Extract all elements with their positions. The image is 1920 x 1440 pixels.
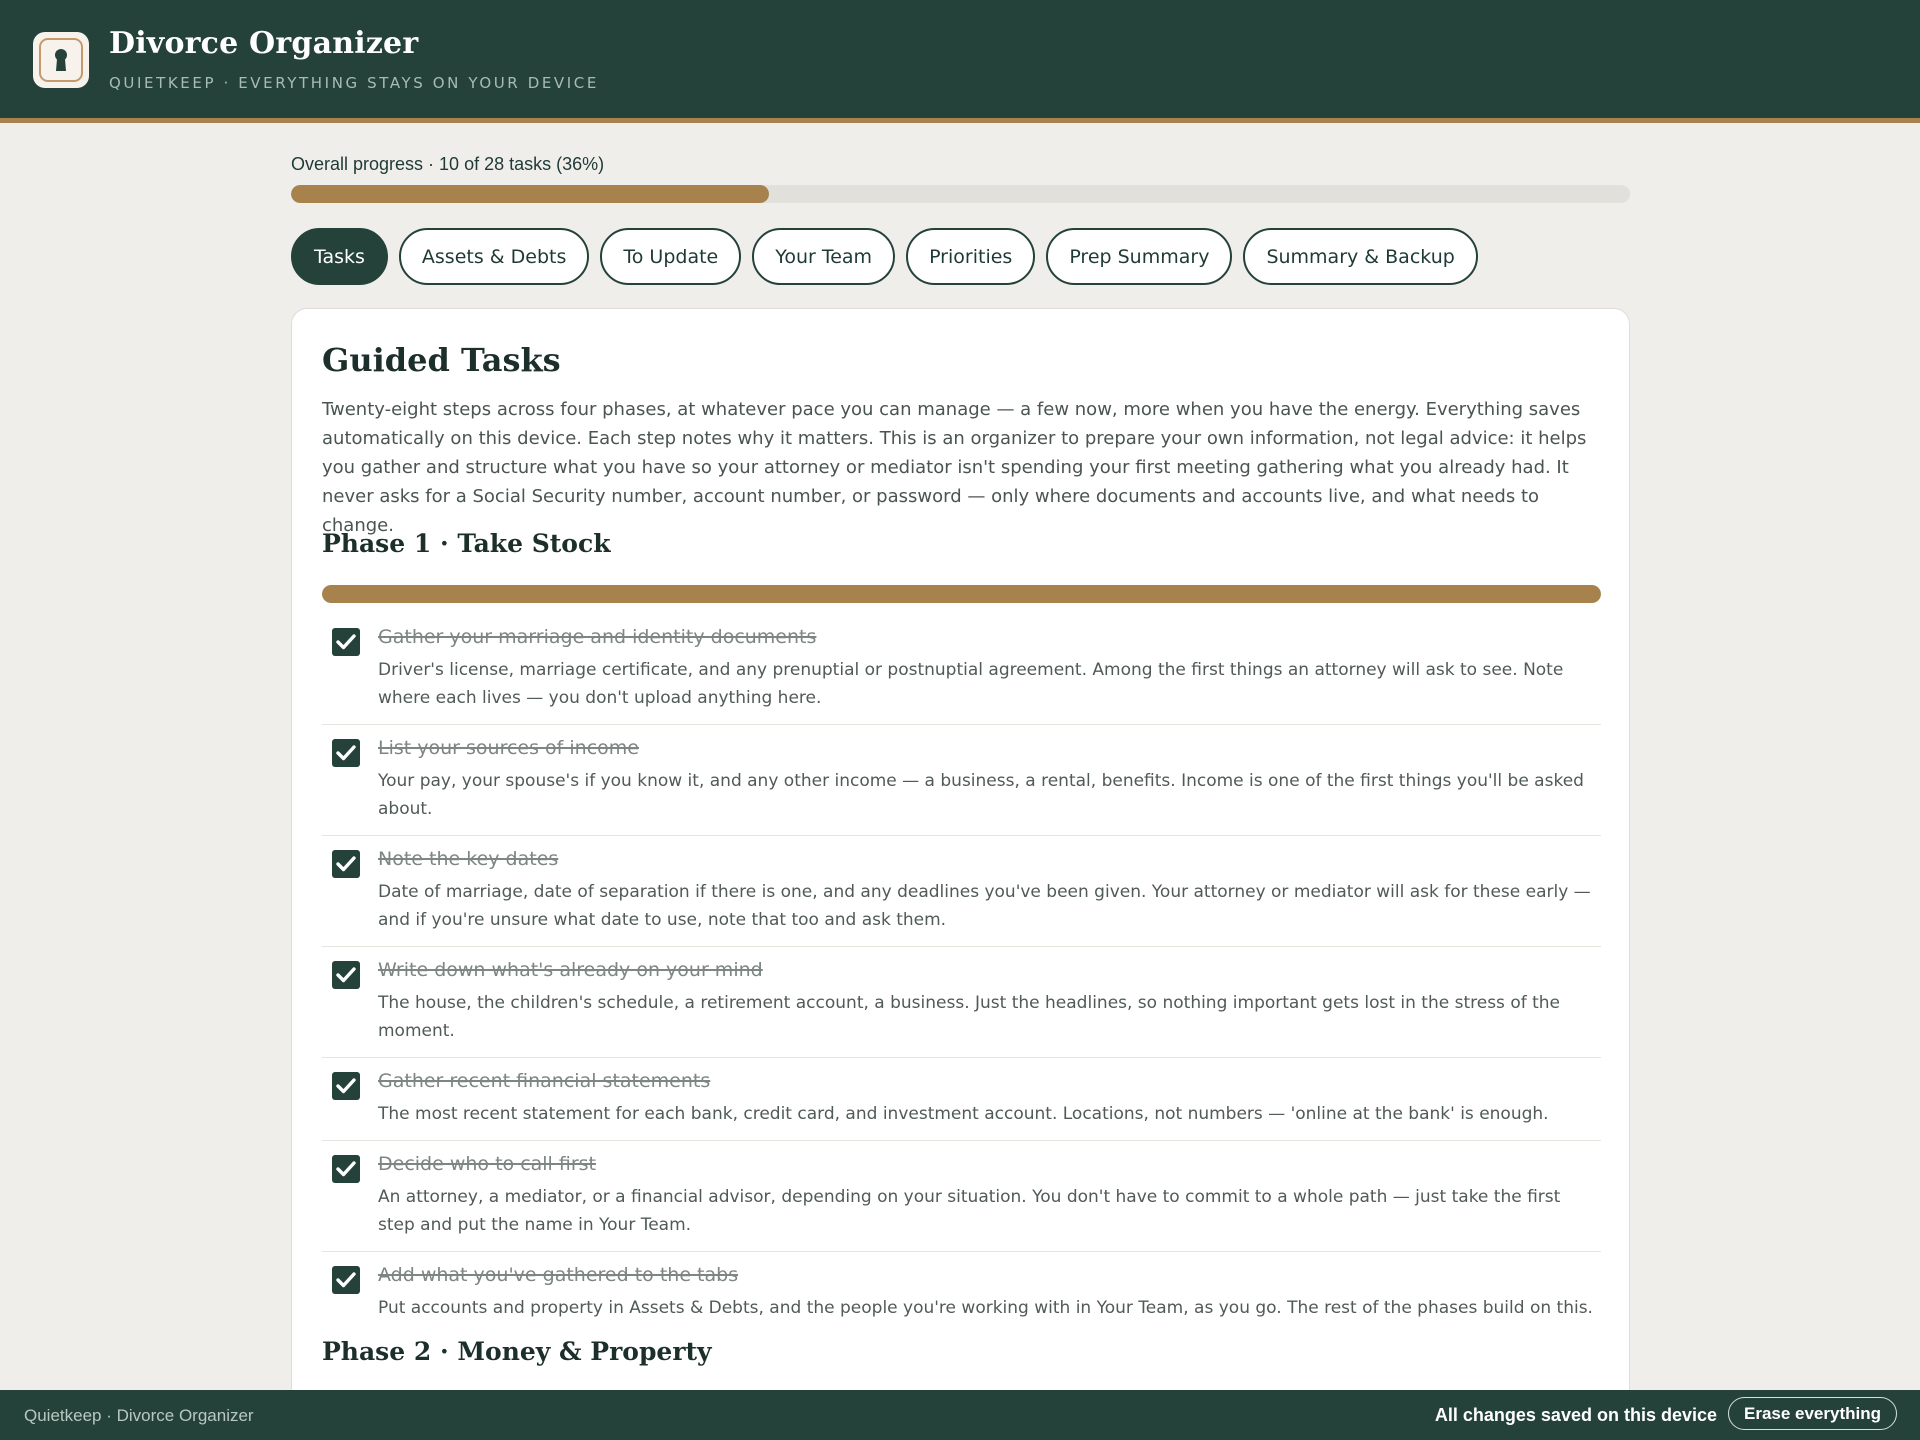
checkmark-icon xyxy=(336,634,356,650)
footer-app-name: Quietkeep · Divorce Organizer xyxy=(24,1406,254,1425)
tab-prep-summary[interactable]: Prep Summary xyxy=(1046,228,1233,285)
checkmark-icon xyxy=(336,856,356,872)
task-description: Driver's license, marriage certificate, … xyxy=(378,660,1564,708)
task-description: The most recent statement for each bank,… xyxy=(378,1104,1549,1124)
task-title[interactable]: Add what you've gathered to the tabs xyxy=(378,1262,1601,1288)
task-item: Write down what's already on your mind Th… xyxy=(322,947,1601,1058)
task-title[interactable]: Note the key dates xyxy=(378,846,1601,872)
app-footer: Quietkeep · Divorce Organizer All change… xyxy=(0,1390,1920,1440)
app-logo xyxy=(33,32,89,88)
tab-summary-backup[interactable]: Summary & Backup xyxy=(1243,228,1478,285)
overall-progress-fill xyxy=(291,185,770,203)
overall-progress-label: Overall progress · 10 of 28 tasks (36%) xyxy=(291,154,605,174)
overall-progress-bar xyxy=(291,185,1630,203)
task-checkbox[interactable] xyxy=(332,739,360,767)
tab-assets-debts[interactable]: Assets & Debts xyxy=(398,228,590,285)
app-title: Divorce Organizer xyxy=(109,26,419,61)
erase-everything-button[interactable]: Erase everything xyxy=(1727,1397,1897,1430)
intro-text: Twenty-eight steps across four phases, a… xyxy=(322,399,1587,536)
tab-tasks[interactable]: Tasks xyxy=(291,228,388,285)
phase-1-progress-fill xyxy=(322,585,1601,603)
tab-bar: Tasks Assets & Debts To Update Your Team… xyxy=(291,228,1478,285)
task-description: Your pay, your spouse's if you know it, … xyxy=(378,771,1584,819)
task-description: Date of marriage, date of separation if … xyxy=(378,882,1591,930)
phase-1-title: Phase 1 · Take Stock xyxy=(322,529,611,558)
task-title[interactable]: Decide who to call first xyxy=(378,1151,1601,1177)
save-status: All changes saved on this device xyxy=(1434,1405,1717,1425)
tab-your-team[interactable]: Your Team xyxy=(752,228,896,285)
checkmark-icon xyxy=(336,1272,356,1288)
tab-priorities[interactable]: Priorities xyxy=(906,228,1036,285)
checkmark-icon xyxy=(336,1078,356,1094)
app-header: Divorce Organizer QUIETKEEP · EVERYTHING… xyxy=(0,0,1920,123)
task-item: Gather your marriage and identity docume… xyxy=(322,614,1601,725)
task-checkbox[interactable] xyxy=(332,1155,360,1183)
task-checkbox[interactable] xyxy=(332,628,360,656)
checkmark-icon xyxy=(336,745,356,761)
task-item: Note the key dates Date of marriage, date… xyxy=(322,836,1601,947)
task-title[interactable]: Gather recent financial statements xyxy=(378,1068,1601,1094)
phase-1-progress-bar xyxy=(322,585,1601,603)
tasks-panel: Guided Tasks Twenty-eight steps across f… xyxy=(291,308,1630,1440)
page-title: Guided Tasks xyxy=(322,341,561,379)
task-item: Decide who to call first An attorney, a m… xyxy=(322,1141,1601,1252)
task-checkbox[interactable] xyxy=(332,1072,360,1100)
phase-1-task-list: Gather your marriage and identity docume… xyxy=(322,614,1601,1334)
task-checkbox[interactable] xyxy=(332,850,360,878)
task-title[interactable]: Write down what's already on your mind xyxy=(378,957,1601,983)
task-title[interactable]: List your sources of income xyxy=(378,735,1601,761)
task-title[interactable]: Gather your marriage and identity docume… xyxy=(378,624,1601,650)
app-subtitle: QUIETKEEP · EVERYTHING STAYS ON YOUR DEV… xyxy=(109,74,599,92)
task-checkbox[interactable] xyxy=(332,961,360,989)
task-item: Gather recent financial statements The mo… xyxy=(322,1058,1601,1141)
task-item: List your sources of income Your pay, you… xyxy=(322,725,1601,836)
keyhole-icon xyxy=(55,49,67,71)
checkmark-icon xyxy=(336,967,356,983)
phase-2-title: Phase 2 · Money & Property xyxy=(322,1337,712,1366)
task-checkbox[interactable] xyxy=(332,1266,360,1294)
task-description: An attorney, a mediator, or a financial … xyxy=(378,1187,1561,1235)
task-item: Add what you've gathered to the tabs Put … xyxy=(322,1252,1601,1334)
task-description: The house, the children's schedule, a re… xyxy=(378,993,1561,1041)
tab-to-update[interactable]: To Update xyxy=(600,228,742,285)
checkmark-icon xyxy=(336,1161,356,1177)
task-description: Put accounts and property in Assets & De… xyxy=(378,1298,1593,1318)
